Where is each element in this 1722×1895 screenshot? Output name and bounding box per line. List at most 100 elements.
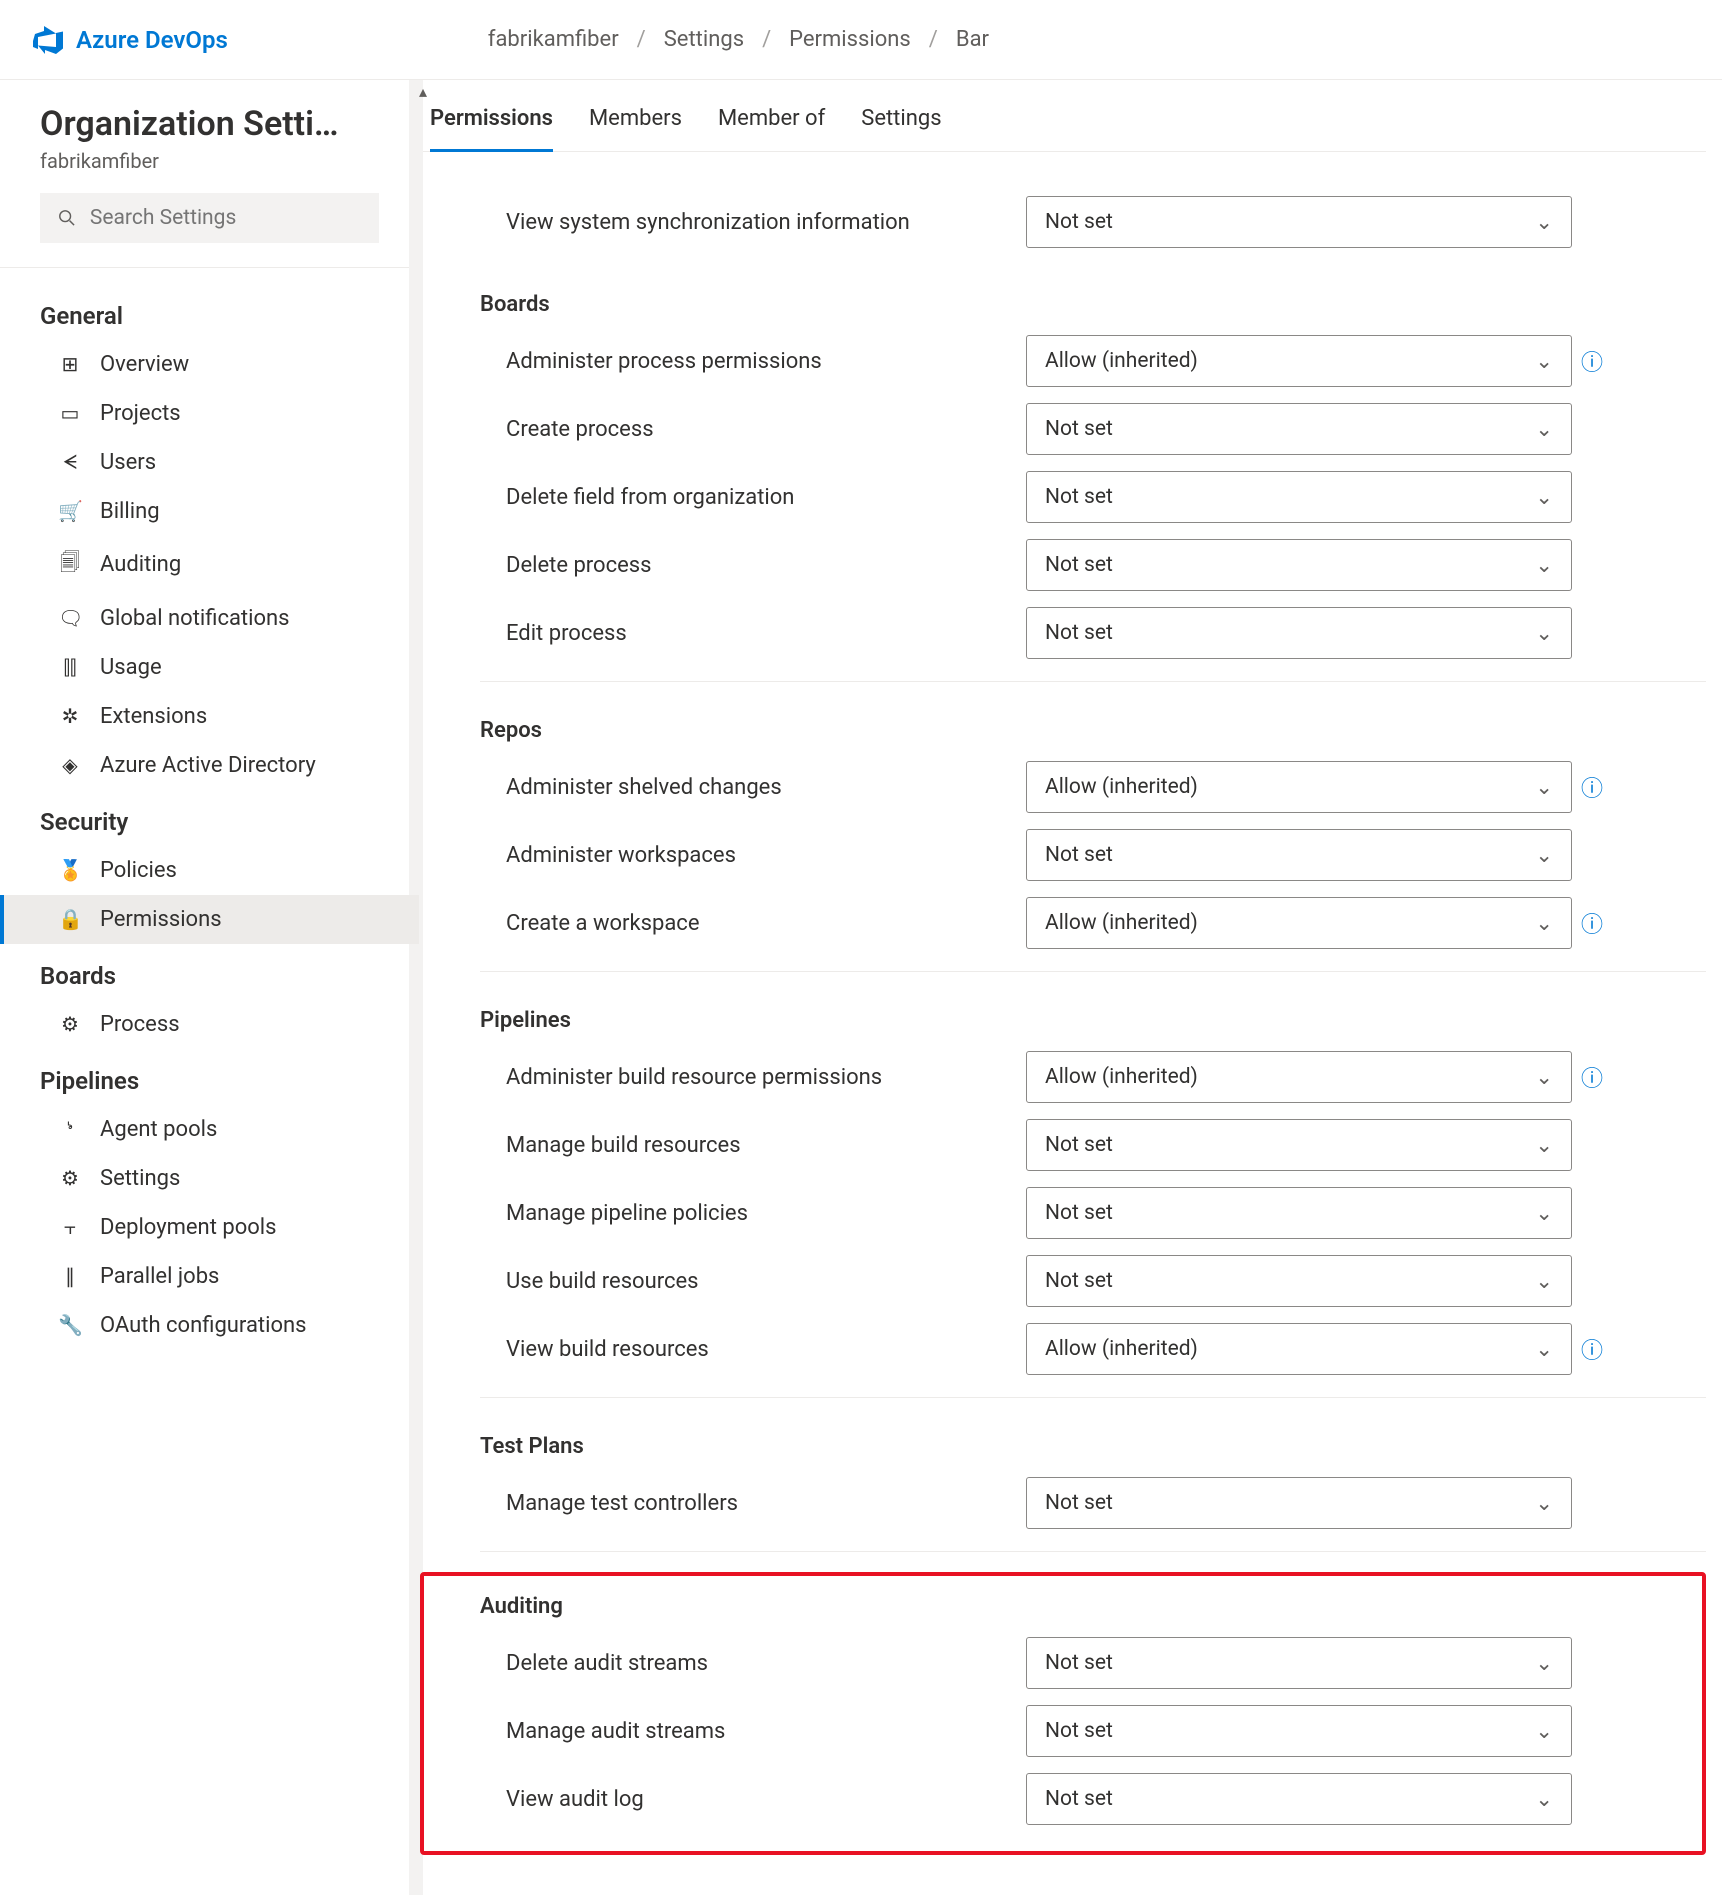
- permission-label: View audit log: [506, 1787, 1026, 1812]
- permission-dropdown[interactable]: Allow (inherited)⌄: [1026, 335, 1572, 387]
- info-icon[interactable]: ⓘ: [1572, 1333, 1612, 1365]
- sidebar-item-billing[interactable]: 🛒Billing: [0, 487, 419, 536]
- sidebar-item-parallel-jobs[interactable]: ∥Parallel jobs: [0, 1252, 419, 1301]
- permission-label: Manage pipeline policies: [506, 1201, 1026, 1226]
- sidebar-item-global-notifications[interactable]: 🗨Global notifications: [0, 594, 419, 643]
- permission-row: Delete field from organizationNot set⌄: [420, 463, 1706, 531]
- info-icon[interactable]: ⓘ: [1572, 907, 1612, 939]
- permission-dropdown[interactable]: Allow (inherited)⌄: [1026, 1051, 1572, 1103]
- permission-value: Allow (inherited): [1045, 911, 1198, 935]
- sidebar-item-deployment-pools[interactable]: ⫟Deployment pools: [0, 1203, 419, 1252]
- permission-dropdown[interactable]: Not set⌄: [1026, 196, 1572, 248]
- breadcrumb: fabrikamfiber / Settings / Permissions /…: [488, 27, 989, 52]
- brand-logo[interactable]: Azure DevOps: [32, 24, 228, 56]
- info-icon[interactable]: ⓘ: [1572, 771, 1612, 803]
- permission-value: Not set: [1045, 1787, 1113, 1811]
- permission-group: AuditingDelete audit streamsNot set⌄Mana…: [420, 1572, 1706, 1855]
- permission-label: Manage audit streams: [506, 1719, 1026, 1744]
- tab-settings[interactable]: Settings: [861, 106, 941, 151]
- permissions-icon: 🔒: [58, 907, 82, 931]
- sidebar-item-users[interactable]: ᗕUsers: [0, 438, 419, 487]
- chevron-down-icon: ⌄: [1535, 1651, 1553, 1676]
- permission-dropdown[interactable]: Not set⌄: [1026, 1187, 1572, 1239]
- permission-dropdown[interactable]: Not set⌄: [1026, 1255, 1572, 1307]
- sidebar-item-agent-pools[interactable]: ᔉAgent pools: [0, 1105, 419, 1154]
- breadcrumb-item[interactable]: Permissions: [789, 27, 911, 52]
- sidebar-item-extensions[interactable]: ✲Extensions: [0, 692, 419, 741]
- sidebar-item-permissions[interactable]: 🔒Permissions: [0, 895, 419, 944]
- permission-value: Allow (inherited): [1045, 775, 1198, 799]
- permission-label: Administer process permissions: [506, 349, 1026, 374]
- permission-dropdown[interactable]: Allow (inherited)⌄: [1026, 897, 1572, 949]
- sidebar-item-process[interactable]: ⚙Process: [0, 1000, 419, 1049]
- sidebar-item-aad[interactable]: ◈Azure Active Directory: [0, 741, 419, 790]
- sidebar-item-auditing[interactable]: 🗐Auditing: [0, 536, 419, 594]
- permission-label: Administer workspaces: [506, 843, 1026, 868]
- sidebar-item-projects[interactable]: ▭Projects: [0, 389, 419, 438]
- sidebar-item-label: Auditing: [100, 552, 181, 577]
- permission-label: Create process: [506, 417, 1026, 442]
- sidebar-item-usage[interactable]: ⫿⫿Usage: [0, 643, 419, 692]
- permission-dropdown[interactable]: Not set⌄: [1026, 471, 1572, 523]
- sidebar-item-label: Azure Active Directory: [100, 753, 316, 778]
- permission-dropdown[interactable]: Allow (inherited)⌄: [1026, 1323, 1572, 1375]
- permission-dropdown[interactable]: Not set⌄: [1026, 539, 1572, 591]
- info-icon[interactable]: ⓘ: [1572, 1061, 1612, 1093]
- tab-member-of[interactable]: Member of: [718, 106, 825, 151]
- permission-group-title: Repos: [420, 718, 1706, 753]
- sidebar-section-header: Pipelines: [0, 1049, 419, 1105]
- tab-permissions[interactable]: Permissions: [430, 106, 553, 152]
- agent-pools-icon: ᔉ: [58, 1117, 82, 1141]
- permission-dropdown[interactable]: Not set⌄: [1026, 1477, 1572, 1529]
- chevron-down-icon: ⌄: [1535, 1719, 1553, 1744]
- permission-group: View system synchronization informationN…: [420, 188, 1706, 256]
- permission-row: Administer shelved changesAllow (inherit…: [420, 753, 1706, 821]
- permission-row: Edit processNot set⌄: [420, 599, 1706, 667]
- scroll-up-icon[interactable]: ▴: [419, 82, 427, 101]
- permission-value: Not set: [1045, 1651, 1113, 1675]
- permission-row: View system synchronization informationN…: [420, 188, 1706, 256]
- sidebar: ▴ Organization Setti… fabrikamfiber Gene…: [0, 80, 420, 1895]
- permission-row: Delete processNot set⌄: [420, 531, 1706, 599]
- chevron-down-icon: ⌄: [1535, 1201, 1553, 1226]
- permission-dropdown[interactable]: Not set⌄: [1026, 1705, 1572, 1757]
- sidebar-item-oauth[interactable]: 🔧OAuth configurations: [0, 1301, 419, 1350]
- info-icon[interactable]: ⓘ: [1572, 345, 1612, 377]
- permission-label: Administer build resource permissions: [506, 1065, 1026, 1090]
- permission-dropdown[interactable]: Not set⌄: [1026, 1119, 1572, 1171]
- permission-dropdown[interactable]: Not set ⌄: [1026, 1637, 1572, 1689]
- permission-dropdown[interactable]: Not set⌄: [1026, 607, 1572, 659]
- permission-dropdown[interactable]: Not set⌄: [1026, 829, 1572, 881]
- permission-label: Edit process: [506, 621, 1026, 646]
- settings-icon: ⚙: [58, 1166, 82, 1190]
- sidebar-item-overview[interactable]: ⊞Overview: [0, 340, 419, 389]
- global-notifications-icon: 🗨: [58, 606, 82, 630]
- search-settings[interactable]: [40, 193, 379, 243]
- topbar: Azure DevOps fabrikamfiber / Settings / …: [0, 0, 1722, 80]
- permission-row: Administer process permissionsAllow (inh…: [420, 327, 1706, 395]
- search-input[interactable]: [90, 206, 361, 230]
- permission-row: Create processNot set⌄: [420, 395, 1706, 463]
- permission-label: Delete audit streams: [506, 1651, 1026, 1676]
- permission-row: Manage audit streamsNot set⌄: [424, 1697, 1702, 1765]
- sidebar-item-label: Usage: [100, 655, 162, 680]
- divider: [480, 681, 1706, 682]
- permission-row: Manage build resourcesNot set⌄: [420, 1111, 1706, 1179]
- sidebar-item-policies[interactable]: 🏅Policies: [0, 846, 419, 895]
- breadcrumb-item[interactable]: fabrikamfiber: [488, 27, 619, 52]
- permission-dropdown[interactable]: Allow (inherited)⌄: [1026, 761, 1572, 813]
- permission-dropdown[interactable]: Not set⌄: [1026, 1773, 1572, 1825]
- permission-value: Not set: [1045, 843, 1113, 867]
- breadcrumb-item[interactable]: Settings: [664, 27, 744, 52]
- sidebar-subtitle: fabrikamfiber: [0, 145, 419, 193]
- permission-row: Create a workspaceAllow (inherited)⌄ⓘ: [420, 889, 1706, 957]
- breadcrumb-separator: /: [762, 27, 771, 52]
- permission-label: Delete field from organization: [506, 485, 1026, 510]
- breadcrumb-item[interactable]: Bar: [956, 27, 989, 52]
- tab-members[interactable]: Members: [589, 106, 682, 151]
- users-icon: ᗕ: [58, 450, 82, 474]
- projects-icon: ▭: [58, 401, 82, 425]
- permission-dropdown[interactable]: Not set⌄: [1026, 403, 1572, 455]
- sidebar-item-settings[interactable]: ⚙Settings: [0, 1154, 419, 1203]
- permission-group: ReposAdminister shelved changesAllow (in…: [420, 718, 1706, 972]
